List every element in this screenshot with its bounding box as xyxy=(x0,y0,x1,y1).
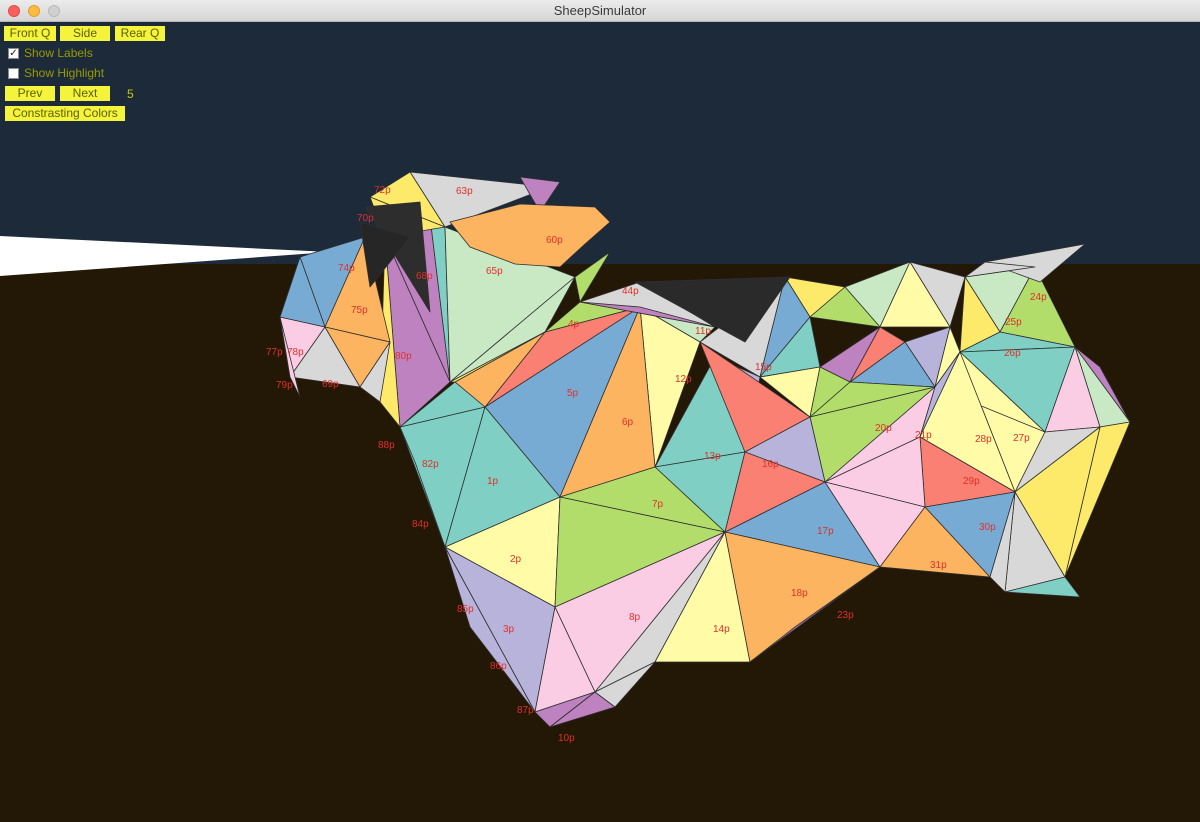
panel-label: 69p xyxy=(322,379,339,390)
panel-label: 77p xyxy=(266,347,283,358)
panel-label: 12p xyxy=(675,374,692,385)
title-bar[interactable]: SheepSimulator xyxy=(0,0,1200,22)
show-labels-label: Show Labels xyxy=(24,46,93,60)
panel-label: 70p xyxy=(357,213,374,224)
panel-label: 16p xyxy=(762,459,779,470)
rear-q-button[interactable]: Rear Q xyxy=(115,26,165,41)
panel-label: 17p xyxy=(817,526,834,537)
panel-index: 5 xyxy=(127,87,134,101)
3d-viewport[interactable]: 1p 2p 3p 4p 5p 6p 7p 8p 10p 11p 12p 13p 14p 15p 16p 17p… xyxy=(0,22,1200,822)
panel-label: 72p xyxy=(374,185,391,196)
panel-label: 23p xyxy=(837,610,854,621)
panel-label: 10p xyxy=(558,733,575,744)
sheep-3d-model[interactable]: 1p 2p 3p 4p 5p 6p 7p 8p 10p 11p 12p 13p 14p 15p 16p 17p… xyxy=(0,22,1200,822)
app-window: SheepSimulator 1p 2p 3p 4p 5p 6p 7p 8p 10p 11p 12p… xyxy=(0,0,1200,822)
panel-label: 18p xyxy=(791,588,808,599)
panel-label: 1p xyxy=(487,476,499,487)
panel-label: 11p xyxy=(695,326,711,337)
panel-label: 31p xyxy=(930,560,947,571)
side-button[interactable]: Side xyxy=(60,26,110,41)
panel-label: 65p xyxy=(486,266,503,277)
panel-label: 24p xyxy=(1030,292,1047,303)
panel-label: 68p xyxy=(416,271,433,282)
panel-label: 25p xyxy=(1005,317,1022,328)
front-q-button[interactable]: Front Q xyxy=(4,26,56,41)
panel-label: 27p xyxy=(1013,433,1030,444)
next-button[interactable]: Next xyxy=(60,86,110,101)
panel-label: 13p xyxy=(704,451,721,462)
panel-label: 29p xyxy=(963,476,980,487)
panel-label: 85p xyxy=(457,604,474,615)
panel-label: 30p xyxy=(979,522,996,533)
prev-button[interactable]: Prev xyxy=(5,86,55,101)
panel-label: 21p xyxy=(915,430,932,441)
panel-label: 28p xyxy=(975,434,992,445)
panel-label: 3p xyxy=(503,624,515,635)
panel-label: 4p xyxy=(568,319,580,330)
panel-label: 75p xyxy=(351,305,368,316)
panel-label: 8p xyxy=(629,612,641,623)
show-highlight-label: Show Highlight xyxy=(24,66,105,80)
panel-label: 79p xyxy=(276,380,293,391)
panel-label: 87p xyxy=(517,705,534,716)
panel-label: 20p xyxy=(875,423,892,434)
panel-label: 6p xyxy=(622,417,634,428)
panel-label: 80p xyxy=(395,351,412,362)
control-panel: Front Q Side Rear Q ✓ Show Labels Show H… xyxy=(0,22,200,132)
panel-label: 44p xyxy=(622,286,639,297)
panel-label: 2p xyxy=(510,554,522,565)
panel-label: 63p xyxy=(456,186,473,197)
panel-label: 84p xyxy=(412,519,429,530)
panel-label: 14p xyxy=(713,624,730,635)
panel-label: 82p xyxy=(422,459,439,470)
panel-label: 86p xyxy=(490,661,507,672)
panel-label: 60p xyxy=(546,235,563,246)
show-labels-checkbox[interactable]: ✓ xyxy=(8,48,19,59)
panel-label: 88p xyxy=(378,440,395,451)
show-highlight-checkbox[interactable] xyxy=(8,68,19,79)
window-title: SheepSimulator xyxy=(553,3,647,18)
panel-label: 15p xyxy=(755,362,772,373)
panel-label: 78p xyxy=(287,347,304,358)
panel-label: 26p xyxy=(1004,348,1021,359)
panel-label: 5p xyxy=(567,388,579,399)
panel-label: 74p xyxy=(338,263,355,274)
panel-label: 7p xyxy=(652,499,664,510)
contrasting-colors-button[interactable]: Constrasting Colors xyxy=(5,106,125,121)
